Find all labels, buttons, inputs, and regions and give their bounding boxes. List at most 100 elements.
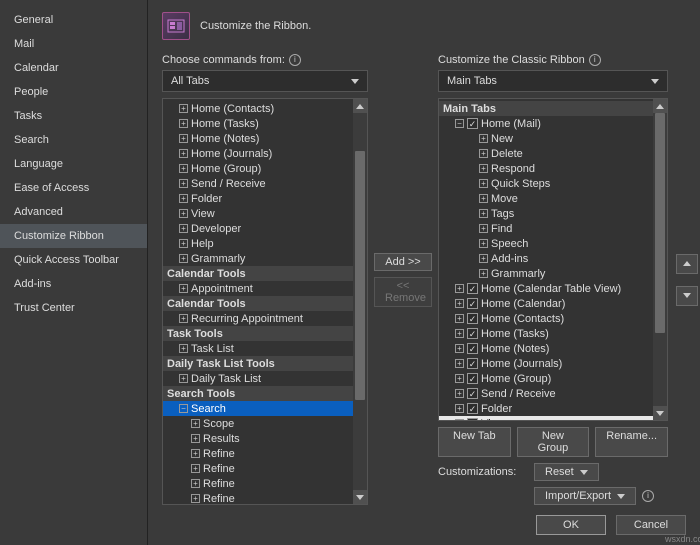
ribbon-dropdown[interactable]: Main Tabs: [438, 70, 668, 92]
expand-icon[interactable]: +: [191, 464, 200, 473]
category-customize-ribbon[interactable]: Customize Ribbon: [0, 224, 147, 248]
expand-icon[interactable]: −: [455, 119, 464, 128]
new-tab-button[interactable]: New Tab: [438, 427, 511, 457]
expand-icon[interactable]: +: [479, 269, 488, 278]
tree-item[interactable]: +Task List: [163, 341, 353, 356]
checkbox[interactable]: ✓: [467, 298, 478, 309]
tree-item[interactable]: +Refine: [163, 446, 353, 461]
tree-item[interactable]: +Delete: [439, 146, 653, 161]
import-export-dropdown[interactable]: Import/Export: [534, 487, 636, 505]
right-scrollbar[interactable]: [653, 99, 667, 420]
expand-icon[interactable]: +: [479, 164, 488, 173]
category-search[interactable]: Search: [0, 128, 147, 152]
tree-item[interactable]: +✓Home (Calendar): [439, 296, 653, 311]
tree-item[interactable]: +Speech: [439, 236, 653, 251]
expand-icon[interactable]: −: [179, 404, 188, 413]
expand-icon[interactable]: +: [179, 239, 188, 248]
checkbox[interactable]: ✓: [467, 118, 478, 129]
tree-item[interactable]: +Home (Contacts): [163, 101, 353, 116]
expand-icon[interactable]: +: [479, 179, 488, 188]
tree-item[interactable]: +✓Home (Journals): [439, 356, 653, 371]
expand-icon[interactable]: +: [479, 254, 488, 263]
commands-from-dropdown[interactable]: All Tabs: [162, 70, 368, 92]
tree-item[interactable]: +Home (Notes): [163, 131, 353, 146]
scroll-down-button[interactable]: [353, 490, 367, 504]
tree-item[interactable]: +✓View: [439, 416, 653, 420]
expand-icon[interactable]: +: [479, 149, 488, 158]
expand-icon[interactable]: +: [479, 209, 488, 218]
expand-icon[interactable]: +: [455, 389, 464, 398]
scroll-up-button[interactable]: [353, 99, 367, 113]
checkbox[interactable]: ✓: [467, 418, 478, 420]
category-ease-of-access[interactable]: Ease of Access: [0, 176, 147, 200]
expand-icon[interactable]: +: [179, 374, 188, 383]
left-scrollbar[interactable]: [353, 99, 367, 504]
expand-icon[interactable]: +: [179, 164, 188, 173]
tree-item[interactable]: +✓Send / Receive: [439, 386, 653, 401]
checkbox[interactable]: ✓: [467, 328, 478, 339]
tree-item[interactable]: +Refine: [163, 491, 353, 504]
expand-icon[interactable]: +: [479, 239, 488, 248]
tree-item[interactable]: +✓Home (Tasks): [439, 326, 653, 341]
reset-dropdown[interactable]: Reset: [534, 463, 599, 481]
tree-item[interactable]: +Home (Journals): [163, 146, 353, 161]
info-icon[interactable]: i: [589, 54, 601, 66]
category-mail[interactable]: Mail: [0, 32, 147, 56]
scroll-thumb[interactable]: [355, 151, 365, 400]
expand-icon[interactable]: +: [479, 194, 488, 203]
checkbox[interactable]: ✓: [467, 313, 478, 324]
expand-icon[interactable]: +: [179, 134, 188, 143]
expand-icon[interactable]: +: [455, 419, 464, 420]
category-people[interactable]: People: [0, 80, 147, 104]
tree-item[interactable]: +✓Home (Calendar Table View): [439, 281, 653, 296]
tree-item[interactable]: +✓Folder: [439, 401, 653, 416]
category-tasks[interactable]: Tasks: [0, 104, 147, 128]
expand-icon[interactable]: +: [455, 374, 464, 383]
category-trust-center[interactable]: Trust Center: [0, 296, 147, 320]
scroll-up-button[interactable]: [653, 99, 667, 113]
tree-item[interactable]: +Grammarly: [439, 266, 653, 281]
expand-icon[interactable]: +: [179, 149, 188, 158]
expand-icon[interactable]: +: [191, 434, 200, 443]
checkbox[interactable]: ✓: [467, 388, 478, 399]
checkbox[interactable]: ✓: [467, 283, 478, 294]
expand-icon[interactable]: +: [455, 404, 464, 413]
move-down-button[interactable]: [676, 286, 698, 306]
expand-icon[interactable]: +: [179, 344, 188, 353]
add-button[interactable]: Add >>: [374, 253, 432, 271]
tree-item[interactable]: +Refine: [163, 461, 353, 476]
expand-icon[interactable]: +: [179, 224, 188, 233]
checkbox[interactable]: ✓: [467, 373, 478, 384]
expand-icon[interactable]: +: [179, 314, 188, 323]
category-add-ins[interactable]: Add-ins: [0, 272, 147, 296]
tree-item[interactable]: +Help: [163, 236, 353, 251]
expand-icon[interactable]: +: [191, 494, 200, 503]
checkbox[interactable]: ✓: [467, 343, 478, 354]
expand-icon[interactable]: +: [455, 284, 464, 293]
expand-icon[interactable]: +: [179, 284, 188, 293]
tree-item[interactable]: +Quick Steps: [439, 176, 653, 191]
tree-item[interactable]: +Appointment: [163, 281, 353, 296]
tree-item[interactable]: −Search: [163, 401, 353, 416]
tree-item[interactable]: +✓Home (Contacts): [439, 311, 653, 326]
tree-item[interactable]: +View: [163, 206, 353, 221]
cancel-button[interactable]: Cancel: [616, 515, 686, 535]
tree-item[interactable]: +Find: [439, 221, 653, 236]
tree-item[interactable]: −✓Home (Mail): [439, 116, 653, 131]
checkbox[interactable]: ✓: [467, 358, 478, 369]
tree-item[interactable]: +Daily Task List: [163, 371, 353, 386]
category-calendar[interactable]: Calendar: [0, 56, 147, 80]
expand-icon[interactable]: +: [179, 194, 188, 203]
category-advanced[interactable]: Advanced: [0, 200, 147, 224]
tree-item[interactable]: +Folder: [163, 191, 353, 206]
tree-item[interactable]: +Respond: [439, 161, 653, 176]
tree-item[interactable]: +Tags: [439, 206, 653, 221]
info-icon[interactable]: i: [289, 54, 301, 66]
expand-icon[interactable]: +: [179, 209, 188, 218]
expand-icon[interactable]: +: [191, 449, 200, 458]
tree-item[interactable]: +New: [439, 131, 653, 146]
scroll-down-button[interactable]: [653, 406, 667, 420]
category-language[interactable]: Language: [0, 152, 147, 176]
expand-icon[interactable]: +: [455, 359, 464, 368]
tree-item[interactable]: +✓Home (Notes): [439, 341, 653, 356]
